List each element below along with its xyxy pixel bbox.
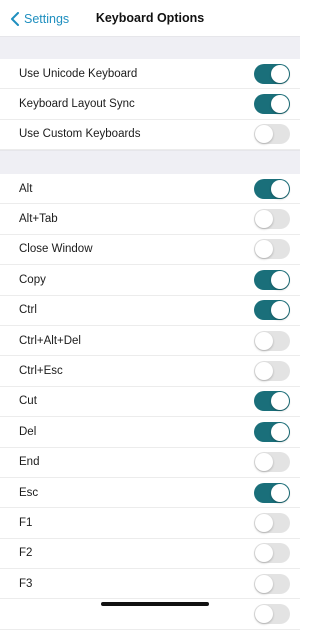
settings-row: Use Custom Keyboards	[0, 120, 300, 151]
row-label: Alt	[19, 182, 33, 195]
settings-row: Close Window	[0, 235, 300, 266]
settings-row: Cut	[0, 387, 300, 418]
toggle-switch[interactable]	[254, 94, 290, 115]
toggle-knob	[271, 95, 289, 114]
toggle-knob	[255, 362, 273, 381]
toggle-knob	[255, 210, 273, 229]
settings-row: Alt+Tab	[0, 204, 300, 235]
toggle-switch[interactable]	[254, 573, 290, 594]
toggle-switch[interactable]	[254, 300, 290, 321]
toggle-switch[interactable]	[254, 361, 290, 382]
toggle-switch[interactable]	[254, 330, 290, 351]
row-label: Cut	[19, 395, 37, 408]
toggle-knob	[255, 240, 273, 259]
row-label: Ctrl+Esc	[19, 365, 63, 378]
row-label: Keyboard Layout Sync	[19, 98, 135, 111]
nav-bar: Settings Keyboard Options	[0, 0, 300, 36]
row-label: Use Unicode Keyboard	[19, 67, 138, 80]
settings-row: Copy	[0, 265, 300, 296]
settings-row: Ctrl+Alt+Del	[0, 326, 300, 357]
page-title: Keyboard Options	[95, 11, 205, 25]
toggle-knob	[255, 453, 273, 472]
toggle-knob	[255, 605, 273, 624]
settings-row: End	[0, 448, 300, 478]
toggle-knob	[271, 301, 289, 320]
toggle-knob	[271, 422, 289, 441]
toggle-switch[interactable]	[254, 482, 290, 503]
settings-row: Use Unicode Keyboard	[0, 59, 300, 90]
row-label: F1	[19, 516, 33, 529]
row-label: Alt+Tab	[19, 213, 58, 226]
toggle-knob	[271, 483, 289, 502]
toggle-switch[interactable]	[254, 604, 290, 625]
toggle-switch[interactable]	[254, 209, 290, 230]
home-indicator	[101, 602, 209, 606]
settings-row: F2	[0, 539, 300, 570]
toggle-knob	[271, 64, 289, 83]
toggle-knob	[255, 125, 273, 144]
row-label: Esc	[19, 486, 39, 499]
settings-row: Del	[0, 417, 300, 448]
toggle-knob	[271, 270, 289, 289]
settings-row: F3	[0, 569, 300, 600]
toggle-switch[interactable]	[254, 543, 290, 564]
row-label: Use Custom Keyboards	[19, 128, 141, 141]
section-separator	[0, 36, 300, 61]
settings-row: Esc	[0, 478, 300, 509]
settings-row: Alt	[0, 174, 300, 205]
toggle-switch[interactable]	[254, 452, 290, 473]
toggle-switch[interactable]	[254, 63, 290, 84]
toggle-knob	[255, 574, 273, 593]
toggle-switch[interactable]	[254, 391, 290, 412]
toggle-knob	[255, 331, 273, 350]
settings-row: Keyboard Layout Sync	[0, 89, 300, 120]
row-label: Del	[19, 425, 37, 438]
row-label: F2	[19, 547, 33, 560]
toggle-switch[interactable]	[254, 239, 290, 260]
settings-row: Ctrl+Esc	[0, 356, 300, 387]
toggle-switch[interactable]	[254, 124, 290, 145]
settings-row: Ctrl	[0, 296, 300, 326]
row-label: Copy	[19, 273, 46, 286]
toggle-knob	[255, 544, 273, 563]
toggle-knob	[271, 392, 289, 411]
toggle-switch[interactable]	[254, 269, 290, 290]
toggle-switch[interactable]	[254, 512, 290, 533]
shortcut-keys-section: Alt Alt+Tab Close Window Copy Ctrl Ctrl+Alt+D…	[0, 174, 300, 630]
row-label: Close Window	[19, 243, 93, 256]
toggle-knob	[255, 513, 273, 532]
settings-row: F1	[0, 508, 300, 539]
row-label: Ctrl+Alt+Del	[19, 334, 81, 347]
row-label: F3	[19, 577, 33, 590]
section-separator	[0, 150, 300, 176]
keyboard-settings-section: Use Unicode Keyboard Keyboard Layout Sync…	[0, 59, 300, 151]
toggle-knob	[271, 179, 289, 198]
row-label: Ctrl	[19, 304, 37, 317]
toggle-switch[interactable]	[254, 178, 290, 199]
toggle-switch[interactable]	[254, 421, 290, 442]
row-label: End	[19, 456, 40, 469]
